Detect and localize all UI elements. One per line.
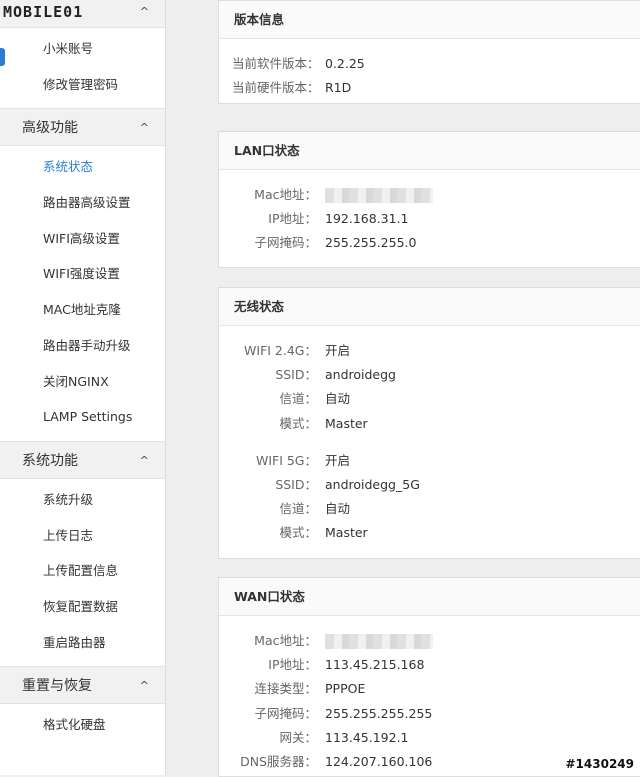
software-version-value: 0.2.25 xyxy=(325,56,365,71)
info-row: 子网掩码： 255.255.255.0 xyxy=(219,231,640,255)
info-label: SSID： xyxy=(275,476,317,492)
info-label: IP地址： xyxy=(268,211,317,227)
sidebar-item-reboot-router[interactable]: 重启路由器 xyxy=(0,625,165,661)
info-label: IP地址： xyxy=(268,657,317,673)
wifi5-channel-value: 自动 xyxy=(325,501,351,517)
panel-title: LAN口状态 xyxy=(219,132,640,170)
sidebar-item-system-status[interactable]: 系统状态 xyxy=(0,149,165,185)
hardware-version-value: R1D xyxy=(325,80,352,96)
wan-ip-value: 113.45.215.168 xyxy=(325,657,425,673)
sidebar-item-wifi-strength[interactable]: WIFI强度设置 xyxy=(0,256,165,292)
mobile01-logo: MOBILE01 xyxy=(0,0,84,24)
sidebar-item-change-password[interactable]: 修改管理密码 xyxy=(0,67,165,103)
info-row: Mac地址： xyxy=(219,183,640,207)
wan-panel: WAN口状态 Mac地址： IP地址： 113.45.215.168 连接类型：… xyxy=(218,577,640,777)
wifi24-ssid-value: androidegg xyxy=(325,367,396,383)
wifi5-status-value: 开启 xyxy=(325,452,351,468)
sidebar-group-label: 高级功能 xyxy=(22,120,78,137)
info-label: 子网掩码： xyxy=(254,705,317,721)
sidebar-item-wifi-advanced[interactable]: WIFI高级设置 xyxy=(0,221,165,257)
info-row: 当前硬件版本： R1D xyxy=(219,76,640,100)
info-row: SSID： androidegg_5G xyxy=(219,473,640,497)
info-row: WIFI 2.4G： 开启 xyxy=(219,339,640,363)
redacted-mac xyxy=(325,188,433,203)
lan-mask-value: 255.255.255.0 xyxy=(325,235,417,251)
sidebar-group-advanced[interactable]: 高级功能 ^ xyxy=(0,108,165,147)
info-row: 子网掩码： 255.255.255.255 xyxy=(219,702,640,726)
wan-type-value: PPPOE xyxy=(325,681,366,697)
lan-ip-value: 192.168.31.1 xyxy=(325,211,409,227)
info-label: 网关： xyxy=(279,729,317,745)
chevron-up-icon: ^ xyxy=(139,121,149,135)
sidebar-item-upload-config[interactable]: 上传配置信息 xyxy=(0,553,165,589)
wifi5-mode-value: Master xyxy=(325,525,368,541)
info-row: SSID： androidegg xyxy=(219,363,640,387)
info-label: 连接类型： xyxy=(254,681,317,697)
info-row: 连接类型： PPPOE xyxy=(219,677,640,701)
sidebar-item-lamp-settings[interactable]: LAMP Settings xyxy=(0,399,165,435)
sidebar-group-system[interactable]: 系统功能 ^ xyxy=(0,440,165,479)
sidebar-item-mac-clone[interactable]: MAC地址克隆 xyxy=(0,292,165,328)
info-label: DNS服务器： xyxy=(240,753,317,769)
wan-gateway-value: 113.45.192.1 xyxy=(325,729,409,745)
wan-mac-value xyxy=(325,629,433,653)
chevron-up-icon: ^ xyxy=(139,453,149,467)
sidebar-item-upload-log[interactable]: 上传日志 xyxy=(0,518,165,554)
info-label: 信道： xyxy=(279,501,317,517)
sidebar-item-mi-account[interactable]: 小米账号 xyxy=(0,31,165,67)
info-row: 网关： 113.45.192.1 xyxy=(219,726,640,750)
panel-title: 版本信息 xyxy=(219,1,640,39)
lan-mac-value xyxy=(325,183,433,207)
info-label: 模式： xyxy=(279,525,317,541)
info-row: 当前软件版本： 0.2.25 xyxy=(219,52,640,76)
info-row: IP地址： 192.168.31.1 xyxy=(219,207,640,231)
panel-title: WAN口状态 xyxy=(219,578,640,616)
info-label: 模式： xyxy=(279,415,317,431)
info-label: Mac地址： xyxy=(254,187,317,202)
sidebar-item-system-upgrade[interactable]: 系统升级 xyxy=(0,482,165,518)
redacted-mac xyxy=(325,634,433,649)
info-row: IP地址： 113.45.215.168 xyxy=(219,653,640,677)
wifi24-status-value: 开启 xyxy=(325,343,351,358)
panel-title: 无线状态 xyxy=(219,288,640,326)
info-row: Mac地址： xyxy=(219,629,640,653)
info-label: 当前软件版本： xyxy=(232,56,320,71)
sidebar: ^ MOBILE01 小米账号 修改管理密码 高级功能 ^ 系统状态 路由器高级… xyxy=(0,0,166,775)
wan-mask-value: 255.255.255.255 xyxy=(325,705,433,721)
chevron-up-icon: ^ xyxy=(139,679,149,693)
info-row: 模式： Master xyxy=(219,412,640,436)
wireless-panel: 无线状态 WIFI 2.4G： 开启 SSID： androidegg 信道： … xyxy=(218,287,640,559)
lan-panel: LAN口状态 Mac地址： IP地址： 192.168.31.1 子网掩码： 2… xyxy=(218,131,640,268)
wifi24-mode-value: Master xyxy=(325,415,368,431)
wifi5-ssid-value: androidegg_5G xyxy=(325,476,420,492)
info-label: 当前硬件版本： xyxy=(232,80,320,96)
sidebar-item-manual-upgrade[interactable]: 路由器手动升级 xyxy=(0,328,165,364)
wan-dns-value: 124.207.160.106 xyxy=(325,753,433,769)
sidebar-item-close-nginx[interactable]: 关闭NGINX xyxy=(0,364,165,400)
info-label: Mac地址： xyxy=(254,633,317,648)
sidebar-group-label: 重置与恢复 xyxy=(22,678,92,695)
active-indicator xyxy=(0,48,5,66)
info-label: 信道： xyxy=(279,391,317,407)
info-label: SSID： xyxy=(275,367,317,383)
sidebar-item-format-disk[interactable]: 格式化硬盘 xyxy=(0,707,165,743)
version-panel: 版本信息 当前软件版本： 0.2.25 当前硬件版本： R1D xyxy=(218,0,640,104)
chevron-up-icon: ^ xyxy=(139,5,149,18)
sidebar-item-router-advanced[interactable]: 路由器高级设置 xyxy=(0,185,165,221)
info-row: 模式： Master xyxy=(219,521,640,545)
info-label: WIFI 2.4G： xyxy=(244,343,317,358)
info-label: WIFI 5G： xyxy=(255,452,317,468)
watermark-id: #1430249 xyxy=(565,757,634,771)
sidebar-item-restore-config[interactable]: 恢复配置数据 xyxy=(0,589,165,625)
sidebar-group-label: 系统功能 xyxy=(22,452,78,469)
wifi24-channel-value: 自动 xyxy=(325,391,351,407)
info-label: 子网掩码： xyxy=(254,235,317,251)
info-row: WIFI 5G： 开启 xyxy=(219,449,640,473)
info-row: 信道： 自动 xyxy=(219,387,640,411)
sidebar-group-reset[interactable]: 重置与恢复 ^ xyxy=(0,666,165,705)
info-row: 信道： 自动 xyxy=(219,497,640,521)
